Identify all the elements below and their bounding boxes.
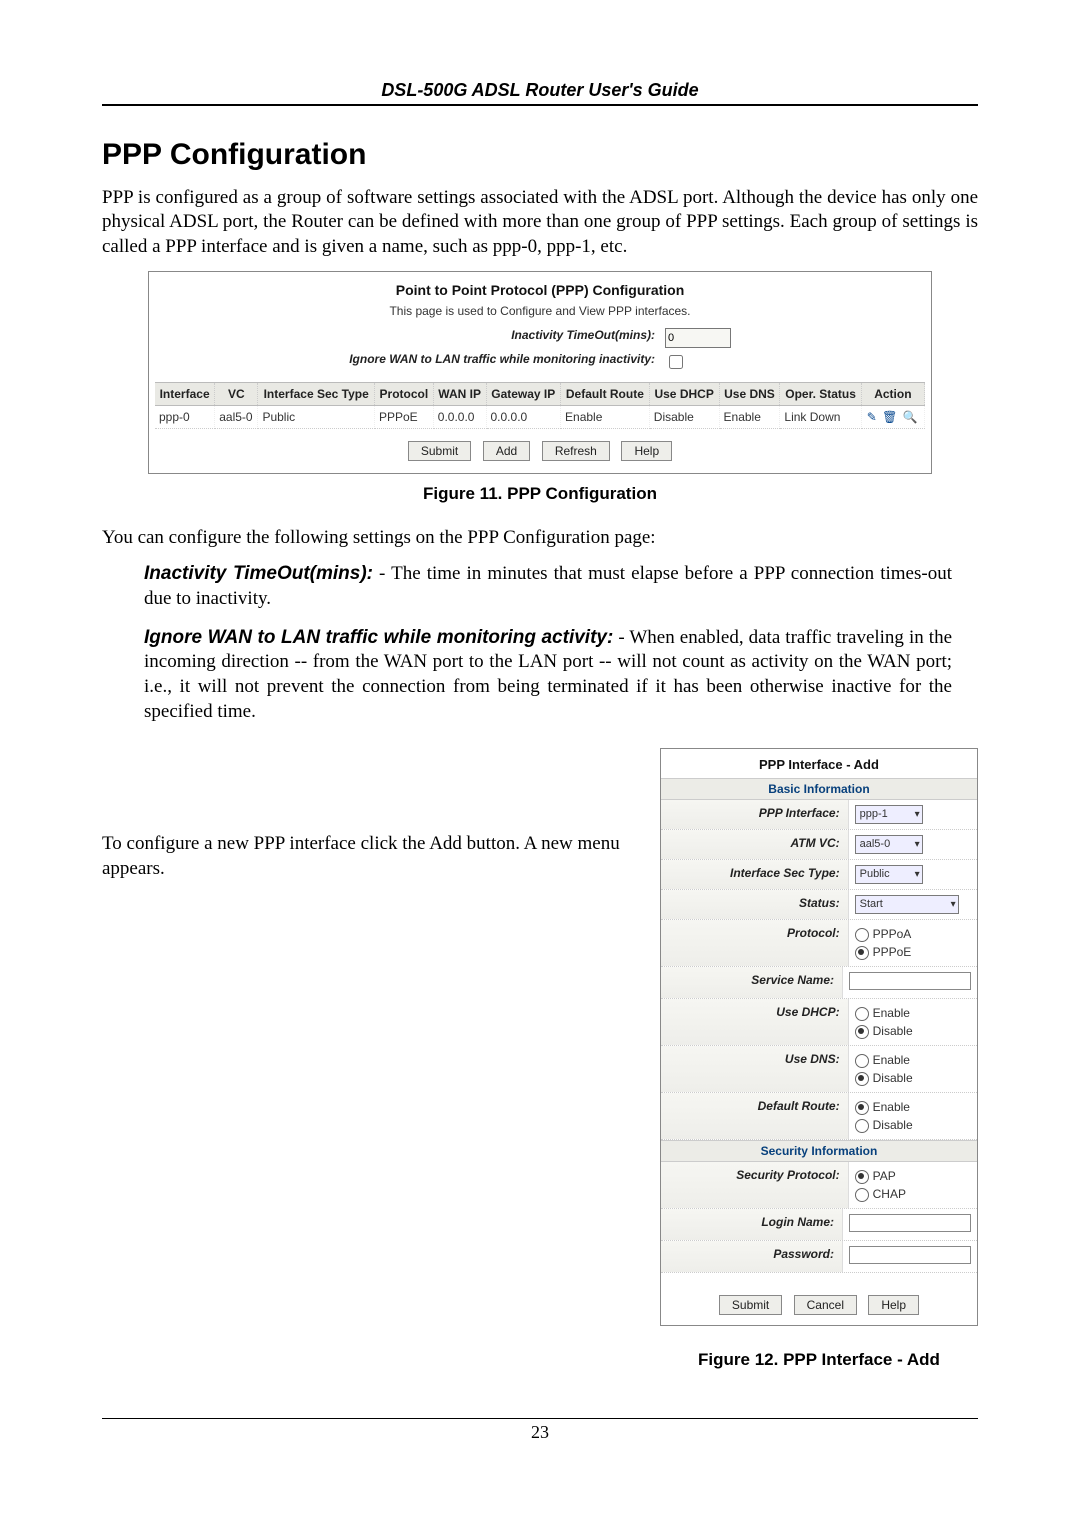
- delete-icon[interactable]: 🗑: [882, 410, 897, 424]
- add-intro: To configure a new PPP interface click t…: [102, 832, 640, 881]
- lbl-dhcp-dis: Disable: [873, 1024, 913, 1038]
- lbl-dhcp-en: Enable: [873, 1006, 910, 1020]
- add-help-button[interactable]: Help: [868, 1295, 919, 1315]
- sel-atmvc[interactable]: aal5-0: [855, 835, 923, 854]
- item1-lead: Inactivity TimeOut(mins):: [144, 563, 373, 584]
- edit-icon[interactable]: ✎: [867, 410, 877, 424]
- section-security: Security Information: [661, 1140, 977, 1162]
- sel-status[interactable]: Start: [855, 895, 959, 914]
- th-oper: Oper. Status: [780, 382, 861, 405]
- lbl-chap: CHAP: [873, 1187, 906, 1201]
- intro-paragraph: PPP is configured as a group of software…: [102, 186, 978, 259]
- lbl-dr-en: Enable: [873, 1100, 910, 1114]
- section-basic: Basic Information: [661, 778, 977, 800]
- ppp-table: Interface VC Interface Sec Type Protocol…: [155, 382, 925, 429]
- th-wanip: WAN IP: [433, 382, 486, 405]
- radio-pppoa[interactable]: [855, 928, 869, 942]
- th-interface: Interface: [155, 382, 215, 405]
- th-gwip: Gateway IP: [486, 382, 561, 405]
- cell-wanip: 0.0.0.0: [433, 405, 486, 428]
- th-defroute: Default Route: [561, 382, 650, 405]
- fig12-caption: Figure 12. PPP Interface - Add: [660, 1350, 978, 1370]
- radio-dns-en[interactable]: [855, 1054, 869, 1068]
- fig11-caption: Figure 11. PPP Configuration: [102, 484, 978, 504]
- k-sectype: Interface Sec Type:: [661, 860, 849, 889]
- cell-vc: aal5-0: [215, 405, 258, 428]
- inactivity-label: Inactivity TimeOut(mins):: [255, 328, 655, 348]
- item-ignore: Ignore WAN to LAN traffic while monitori…: [144, 626, 952, 725]
- k-service: Service Name:: [661, 967, 843, 998]
- radio-chap[interactable]: [855, 1188, 869, 1202]
- input-password[interactable]: [849, 1246, 971, 1264]
- k-password: Password:: [661, 1241, 843, 1272]
- view-icon[interactable]: 🔍: [903, 410, 918, 424]
- submit-button[interactable]: Submit: [408, 441, 471, 461]
- k-status: Status:: [661, 890, 849, 919]
- help-button[interactable]: Help: [621, 441, 672, 461]
- radio-dhcp-en[interactable]: [855, 1007, 869, 1021]
- k-usedhcp: Use DHCP:: [661, 999, 849, 1045]
- refresh-button[interactable]: Refresh: [542, 441, 610, 461]
- lbl-dr-dis: Disable: [873, 1118, 913, 1132]
- k-secproto: Security Protocol:: [661, 1162, 849, 1208]
- k-protocol: Protocol:: [661, 920, 849, 966]
- running-head: DSL-500G ADSL Router User's Guide: [102, 80, 978, 106]
- input-login[interactable]: [849, 1214, 971, 1232]
- table-row: ppp-0 aal5-0 Public PPPoE 0.0.0.0 0.0.0.…: [155, 405, 925, 428]
- radio-pppoe[interactable]: [855, 946, 869, 960]
- radio-dhcp-dis[interactable]: [855, 1025, 869, 1039]
- th-protocol: Protocol: [374, 382, 433, 405]
- cell-dhcp: Disable: [649, 405, 719, 428]
- radio-pap[interactable]: [855, 1170, 869, 1184]
- th-dhcp: Use DHCP: [649, 382, 719, 405]
- add-button[interactable]: Add: [483, 441, 530, 461]
- inactivity-input[interactable]: [665, 328, 731, 348]
- cell-sectype: Public: [258, 405, 375, 428]
- sel-ppp-if[interactable]: ppp-1: [855, 805, 923, 824]
- lbl-dns-en: Enable: [873, 1053, 910, 1067]
- k-defroute: Default Route:: [661, 1093, 849, 1139]
- item2-lead: Ignore WAN to LAN traffic while monitori…: [144, 627, 613, 648]
- fig12-title: PPP Interface - Add: [661, 749, 977, 778]
- radio-dr-dis[interactable]: [855, 1119, 869, 1133]
- lbl-pap: PAP: [873, 1169, 896, 1183]
- config-lead: You can configure the following settings…: [102, 526, 978, 550]
- ignore-label: Ignore WAN to LAN traffic while monitori…: [255, 352, 655, 372]
- fig11-title: Point to Point Protocol (PPP) Configurat…: [155, 282, 925, 298]
- section-title: PPP Configuration: [102, 138, 978, 172]
- ignore-checkbox[interactable]: [669, 355, 683, 369]
- k-ppp-if: PPP Interface:: [661, 800, 849, 829]
- cell-protocol: PPPoE: [374, 405, 433, 428]
- item-inactivity: Inactivity TimeOut(mins): - The time in …: [144, 562, 952, 611]
- cell-defroute: Enable: [561, 405, 650, 428]
- k-login: Login Name:: [661, 1209, 843, 1240]
- lbl-pppoe: PPPoE: [873, 945, 912, 959]
- radio-dns-dis[interactable]: [855, 1072, 869, 1086]
- page-number: 23: [531, 1422, 549, 1442]
- cell-operstatus[interactable]: Link Down: [780, 405, 861, 428]
- input-service[interactable]: [849, 972, 971, 990]
- cell-gwip: 0.0.0.0: [486, 405, 561, 428]
- sel-sectype[interactable]: Public: [855, 865, 923, 884]
- fig-ppp-add: PPP Interface - Add Basic Information PP…: [660, 748, 978, 1326]
- k-atmvc: ATM VC:: [661, 830, 849, 859]
- page-footer: 23: [102, 1418, 978, 1443]
- th-vc: VC: [215, 382, 258, 405]
- radio-dr-en[interactable]: [855, 1101, 869, 1115]
- add-cancel-button[interactable]: Cancel: [794, 1295, 857, 1315]
- lbl-pppoa: PPPoA: [873, 927, 912, 941]
- fig11-subtitle: This page is used to Configure and View …: [155, 304, 925, 318]
- th-sectype: Interface Sec Type: [258, 382, 375, 405]
- cell-interface: ppp-0: [155, 405, 215, 428]
- k-usedns: Use DNS:: [661, 1046, 849, 1092]
- cell-action[interactable]: ✎ 🗑 🔍: [861, 405, 924, 428]
- cell-dns: Enable: [719, 405, 780, 428]
- th-action: Action: [861, 382, 924, 405]
- add-submit-button[interactable]: Submit: [719, 1295, 782, 1315]
- th-dns: Use DNS: [719, 382, 780, 405]
- fig-ppp-config: Point to Point Protocol (PPP) Configurat…: [148, 271, 932, 474]
- lbl-dns-dis: Disable: [873, 1071, 913, 1085]
